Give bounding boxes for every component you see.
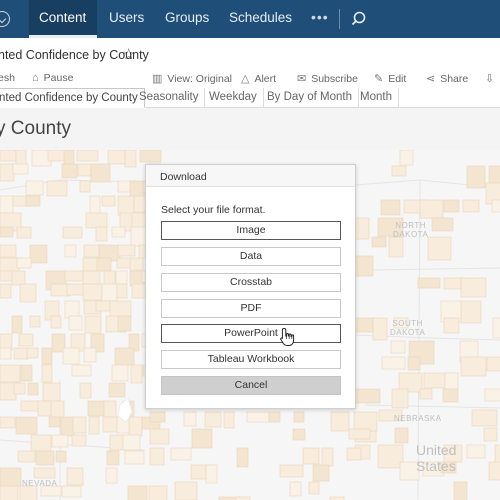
format-image-button[interactable]: Image <box>161 221 341 240</box>
format-crosstab-button[interactable]: Crosstab <box>161 273 341 292</box>
edit-button[interactable]: ✎ Edit <box>374 72 407 86</box>
format-data-button[interactable]: Data <box>161 247 341 266</box>
more-menu-icon[interactable]: ••• <box>311 0 329 38</box>
view-label: View: Original <box>167 72 232 85</box>
refresh-label: esh <box>0 72 15 84</box>
sheet-tabs: nted Confidence by County Seasonality We… <box>0 88 500 108</box>
workbook-title-row: nted Confidence by County ☆ <box>0 38 500 70</box>
download-dialog: Download Select your file format. Image … <box>145 164 356 409</box>
format-tableau-workbook-button[interactable]: Tableau Workbook <box>161 350 341 369</box>
subscribe-label: Subscribe <box>311 72 358 85</box>
dialog-title: Download <box>160 171 207 183</box>
cancel-button[interactable]: Cancel <box>161 376 341 395</box>
download-button[interactable]: ⇩ <box>485 72 499 85</box>
dialog-prompt: Select your file format. <box>161 204 266 216</box>
pause-button[interactable]: ⌂ Pause <box>32 72 73 84</box>
view-original-button[interactable]: ▥ View: Original <box>152 72 232 86</box>
format-pdf-button[interactable]: PDF <box>161 299 341 318</box>
nav-tab-schedules[interactable]: Schedules <box>229 0 292 38</box>
sheet-tab-by-day-of-month[interactable]: By Day of Month <box>261 88 360 108</box>
subscribe-mail-icon: ✉ <box>297 73 307 85</box>
alert-label: Alert <box>254 72 277 85</box>
view-icon: ▥ <box>152 73 163 85</box>
share-label: Share <box>440 72 469 85</box>
subscribe-button[interactable]: ✉ Subscribe <box>297 72 358 86</box>
view-toolbar: esh ⌂ Pause ▥ View: Original △ Alert ✉ Subsc… <box>0 70 500 88</box>
pause-label: Pause <box>43 72 74 84</box>
nav-tab-content[interactable]: Content <box>29 0 97 38</box>
nav-divider <box>339 9 340 29</box>
download-icon: ⇩ <box>485 73 495 85</box>
alert-bell-icon: △ <box>241 73 250 85</box>
dashboard-title: y County <box>0 118 71 139</box>
edit-label: Edit <box>388 72 407 85</box>
top-nav-bar: Content Users Groups Schedules ••• <box>0 0 500 38</box>
sheet-tab-month[interactable]: Month <box>354 88 399 108</box>
sheet-tab-weekday[interactable]: Weekday <box>203 88 264 108</box>
sheet-tab-seasonality[interactable]: Seasonality <box>133 88 206 108</box>
share-icon: ⋖ <box>426 73 436 85</box>
search-icon[interactable] <box>351 11 366 26</box>
edit-pencil-icon: ✎ <box>374 73 384 85</box>
site-logo-icon[interactable] <box>0 11 10 27</box>
format-powerpoint-button[interactable]: PowerPoint <box>161 324 341 343</box>
favorite-star-icon[interactable]: ☆ <box>122 45 135 63</box>
alert-button[interactable]: △ Alert <box>241 72 277 86</box>
dialog-header: Download <box>146 165 355 187</box>
share-button[interactable]: ⋖ Share <box>426 72 469 86</box>
nav-tab-groups[interactable]: Groups <box>165 0 209 38</box>
refresh-button[interactable]: esh <box>0 72 15 84</box>
pause-icon: ⌂ <box>32 72 39 84</box>
nav-tab-users[interactable]: Users <box>109 0 144 38</box>
sheet-tab-confidence-by-county[interactable]: nted Confidence by County <box>0 88 145 108</box>
hand-pointer-icon <box>280 327 295 346</box>
